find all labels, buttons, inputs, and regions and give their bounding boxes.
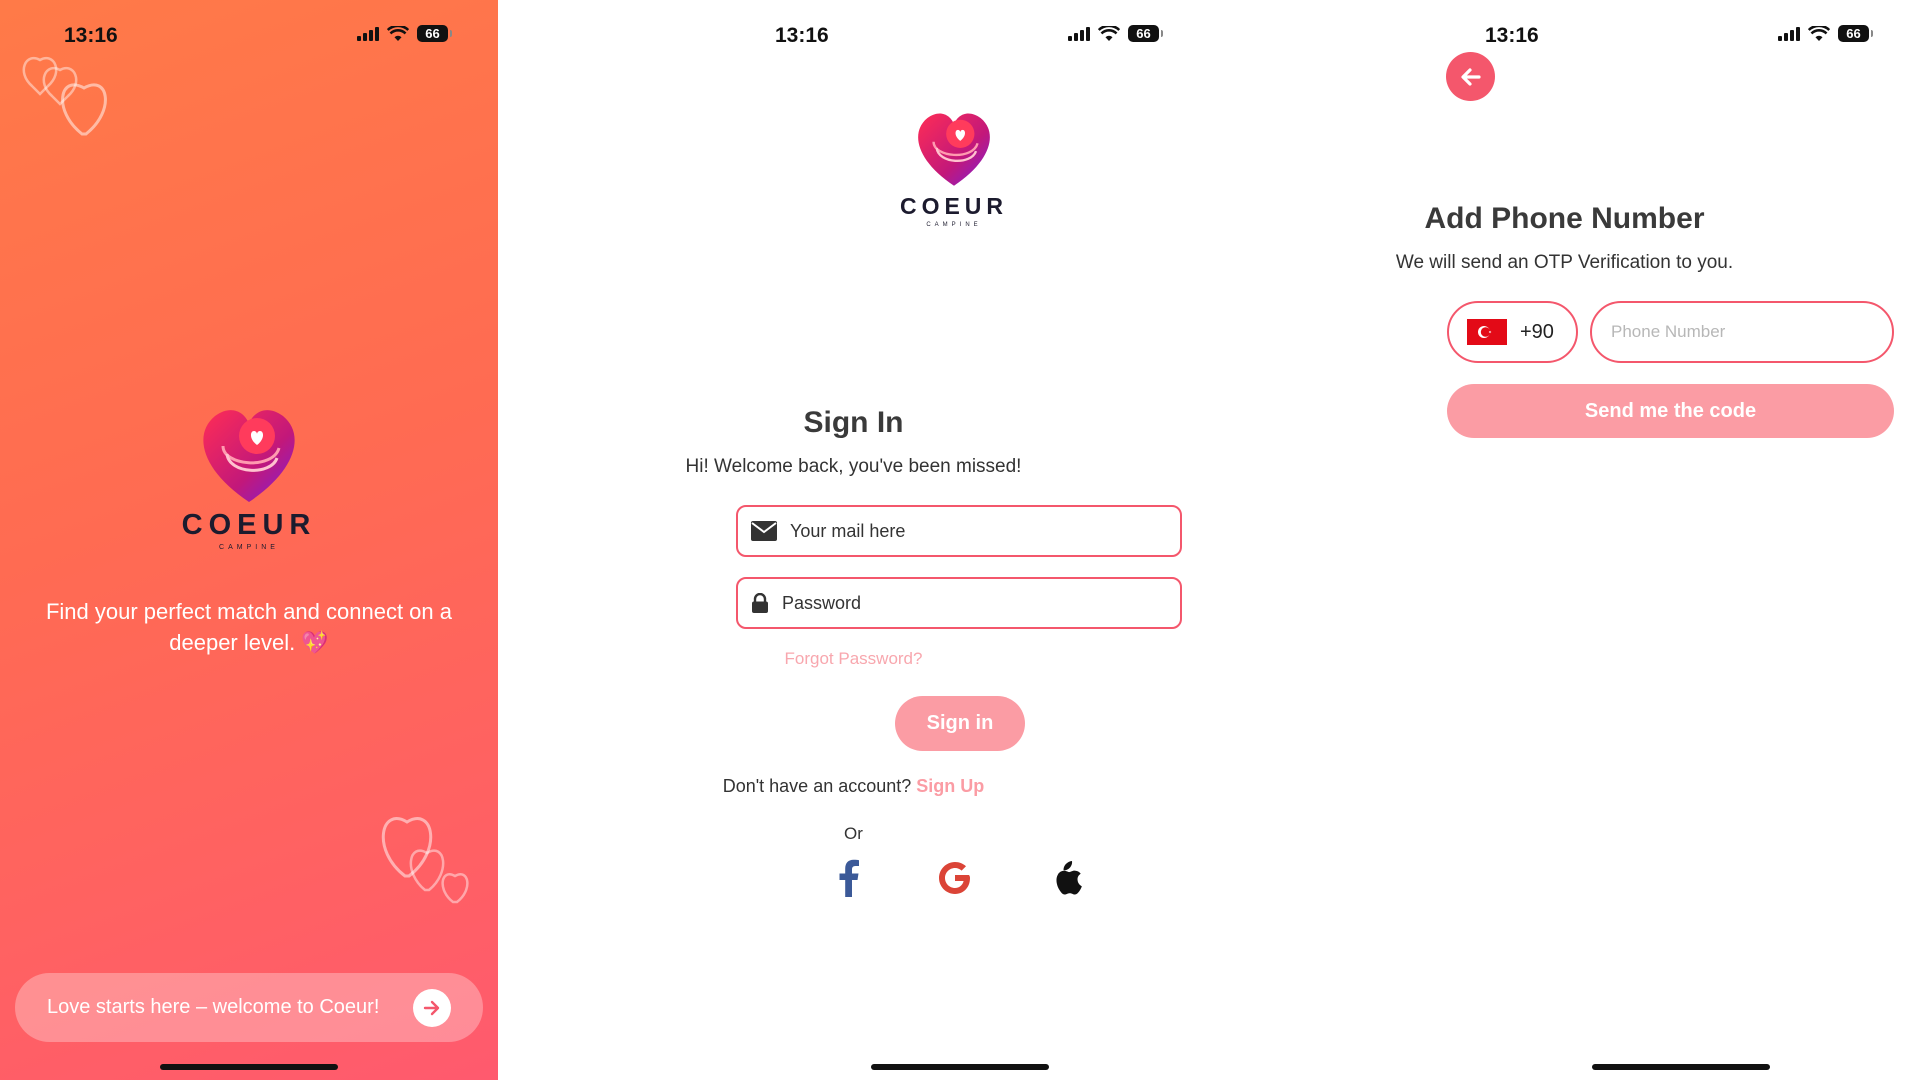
welcome-tagline: Find your perfect match and connect on a…: [45, 599, 452, 655]
status-time: 13:16: [64, 24, 118, 47]
wifi-icon: [387, 25, 409, 41]
turkey-flag-icon: [1467, 319, 1507, 345]
heart-outline-decoration-bottom-icon: [381, 817, 469, 904]
page-subtitle: Hi! Welcome back, you've been missed!: [685, 456, 1022, 477]
get-started-label: Love starts here – welcome to Coeur!: [47, 996, 380, 1018]
heart-logo-icon: [203, 410, 295, 502]
add-phone-screen: 13:16 66 Add Phone Number We will send a…: [1209, 0, 1920, 1080]
signup-prompt: Don't have an account? Sign Up: [498, 776, 1209, 797]
mail-icon: [750, 521, 778, 541]
brand-subtitle: CAMPINE: [926, 222, 982, 228]
status-icons: 66: [1068, 25, 1163, 42]
lock-icon: [750, 593, 770, 613]
forgot-password-link[interactable]: Forgot Password?: [498, 649, 1209, 669]
country-code-selector[interactable]: +90: [1447, 301, 1578, 363]
wifi-icon: [1098, 25, 1120, 41]
home-indicator: [160, 1064, 338, 1070]
phone-placeholder: Phone Number: [1611, 322, 1726, 341]
home-indicator: [871, 1064, 1049, 1070]
brand-name: COEUR: [899, 193, 1009, 219]
status-icons: 66: [357, 25, 452, 42]
app-logo: COEUR CAMPINE: [159, 404, 339, 551]
status-time: 13:16: [775, 24, 829, 47]
send-code-button[interactable]: Send me the code: [1447, 384, 1894, 438]
battery-icon: 66: [417, 25, 452, 42]
google-icon[interactable]: [931, 854, 979, 902]
page-title: Add Phone Number: [1424, 202, 1705, 235]
battery-icon: 66: [1128, 25, 1163, 42]
battery-icon: 66: [1838, 25, 1873, 42]
welcome-screen: 13:16 66 COEUR CAMPINE Find your perfect…: [0, 0, 498, 1080]
country-code: +90: [1520, 320, 1554, 343]
or-divider: Or: [844, 824, 863, 843]
page-title: Sign In: [803, 406, 904, 439]
facebook-icon[interactable]: [825, 854, 873, 902]
no-account-text: Don't have an account?: [722, 776, 912, 796]
signup-link[interactable]: Sign Up: [916, 776, 984, 796]
brand-subtitle: CAMPINE: [219, 544, 279, 551]
signin-button[interactable]: Sign in: [895, 696, 1025, 751]
password-placeholder: Password: [782, 592, 862, 613]
signal-icon: [1068, 26, 1090, 41]
brand-name: COEUR: [181, 509, 317, 541]
app-logo: COEUR CAMPINE: [896, 108, 1012, 228]
arrow-left-icon: [1460, 67, 1481, 86]
home-indicator: [1592, 1064, 1770, 1070]
password-field[interactable]: Password: [736, 577, 1182, 629]
heart-logo-icon: [918, 113, 990, 186]
status-bar: 13:16 66: [498, 22, 1209, 52]
heart-outline-decoration-top-icon: [22, 57, 107, 136]
signal-icon: [1778, 26, 1800, 41]
get-started-button[interactable]: Love starts here – welcome to Coeur!: [15, 973, 483, 1042]
back-button[interactable]: [1446, 52, 1495, 101]
email-placeholder: Your mail here: [790, 520, 906, 541]
apple-icon[interactable]: [1042, 854, 1090, 902]
arrow-right-icon[interactable]: [413, 988, 451, 1027]
page-subtitle: We will send an OTP Verification to you.: [1395, 252, 1734, 273]
status-time: 13:16: [1485, 24, 1539, 47]
status-icons: 66: [1778, 25, 1873, 42]
status-bar: 13:16 66: [1209, 22, 1920, 52]
signin-screen: 13:16 66 COEUR CAMPINE Sign In Hi! Welco…: [498, 0, 1209, 1080]
signal-icon: [357, 26, 379, 41]
phone-number-input[interactable]: Phone Number: [1590, 301, 1894, 363]
email-field[interactable]: Your mail here: [736, 505, 1182, 557]
wifi-icon: [1808, 25, 1830, 41]
